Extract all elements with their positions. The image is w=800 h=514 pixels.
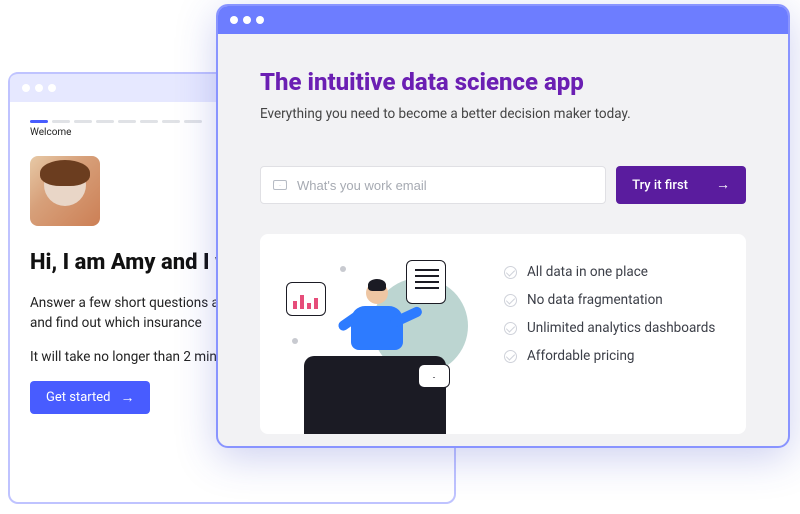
traffic-light-dot — [243, 16, 251, 24]
window-landing: The intuitive data science app Everythin… — [216, 4, 790, 448]
get-started-button[interactable]: Get started → — [30, 381, 150, 414]
email-field[interactable] — [297, 178, 593, 193]
try-it-first-button[interactable]: Try it first → — [616, 166, 746, 204]
check-icon — [504, 350, 517, 363]
arrow-right-icon: → — [120, 391, 134, 405]
feature-item: Unlimited analytics dashboards — [504, 320, 720, 336]
mail-icon — [273, 180, 287, 190]
traffic-light-dot — [230, 16, 238, 24]
hero-illustration — [286, 256, 476, 434]
landing-subtitle: Everything you need to become a better d… — [260, 106, 746, 122]
titlebar-front — [218, 6, 788, 34]
feature-item: All data in one place — [504, 264, 720, 280]
chart-icon — [286, 282, 326, 316]
features-list: All data in one place No data fragmentat… — [504, 256, 720, 434]
traffic-light-dot — [256, 16, 264, 24]
avatar — [30, 156, 100, 226]
check-icon — [504, 294, 517, 307]
feature-item: No data fragmentation — [504, 292, 720, 308]
document-icon — [406, 260, 446, 304]
feature-panel: All data in one place No data fragmentat… — [260, 234, 746, 434]
try-it-first-label: Try it first — [632, 178, 688, 193]
envelope-icon — [418, 364, 450, 388]
get-started-label: Get started — [46, 390, 110, 405]
traffic-light-dot — [35, 84, 43, 92]
feature-item: Affordable pricing — [504, 348, 720, 364]
email-signup-row: Try it first → — [260, 166, 746, 204]
check-icon — [504, 322, 517, 335]
traffic-light-dot — [48, 84, 56, 92]
check-icon — [504, 266, 517, 279]
traffic-light-dot — [22, 84, 30, 92]
email-input-wrapper[interactable] — [260, 166, 606, 204]
landing-title: The intuitive data science app — [260, 68, 746, 96]
arrow-right-icon: → — [716, 178, 730, 192]
